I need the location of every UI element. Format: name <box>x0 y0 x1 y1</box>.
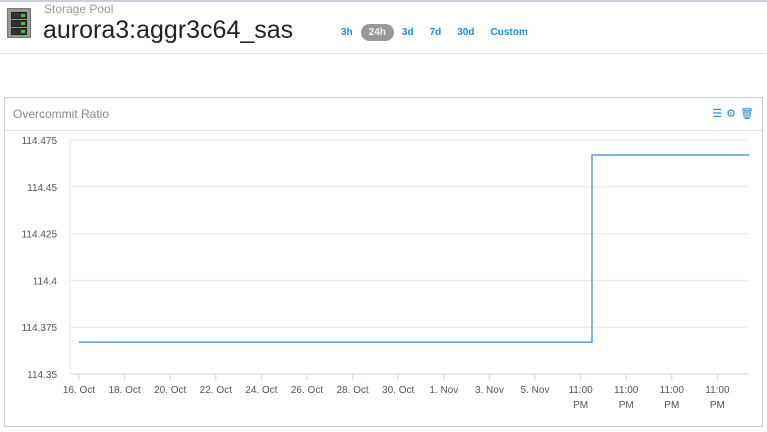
x-tick-label: 22. Oct <box>200 385 232 396</box>
x-tick-label: 11:00 <box>568 385 593 396</box>
x-tick-label: 24. Oct <box>245 385 277 396</box>
y-tick-label: 114.375 <box>22 323 58 334</box>
x-tick-label: PM <box>619 400 634 411</box>
y-tick-label: 114.35 <box>27 370 57 381</box>
x-tick-label: 11:00 <box>614 385 639 396</box>
x-tick-label: 5. Nov <box>521 385 550 396</box>
x-tick-label: 3. Nov <box>475 385 504 396</box>
y-tick-label: 114.475 <box>22 136 58 147</box>
x-tick-label: 11:00 <box>660 385 685 396</box>
x-tick-label: 28. Oct <box>336 385 368 396</box>
y-tick-label: 114.4 <box>33 276 58 287</box>
x-tick-label: 18. Oct <box>108 385 140 396</box>
y-tick-label: 114.425 <box>22 230 58 241</box>
x-tick-label: PM <box>573 400 588 411</box>
x-tick-label: 26. Oct <box>291 385 323 396</box>
x-tick-label: 11:00 <box>705 385 730 396</box>
x-tick-label: PM <box>710 400 725 411</box>
x-tick-label: 16. Oct <box>63 385 95 396</box>
x-tick-label: PM <box>664 400 679 411</box>
x-tick-label: 30. Oct <box>382 385 414 396</box>
x-tick-label: 20. Oct <box>154 385 186 396</box>
series-line <box>79 154 750 343</box>
y-tick-label: 114.45 <box>27 183 57 194</box>
overcommit-chart: 114.35 114.375 114.4 114.425 114.45 114.475 16… <box>22 136 750 411</box>
x-tick-label: 1. Nov <box>429 385 458 396</box>
